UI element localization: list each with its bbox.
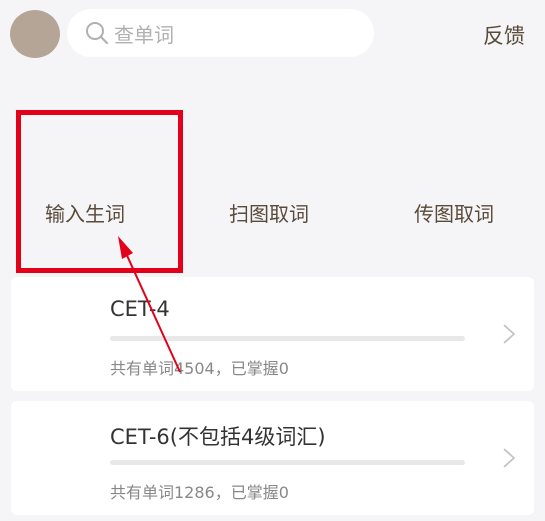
wordbook-stats: 共有单词1286，已掌握0 [110, 483, 289, 502]
avatar[interactable] [10, 10, 60, 58]
wordbook-card-cet4[interactable]: CET-4 共有单词4504，已掌握0 [11, 277, 534, 391]
scan-image-button[interactable]: 扫图取词 [229, 198, 309, 227]
wordbook-progress-bar [110, 336, 465, 341]
search-input[interactable]: 查单词 [67, 9, 374, 57]
wordbook-title: CET-6(不包括4级词汇) [110, 425, 326, 449]
wordbook-stats: 共有单词4504，已掌握0 [110, 359, 289, 378]
chevron-right-icon [503, 448, 516, 468]
wordbook-title: CET-4 [110, 297, 170, 321]
search-icon [86, 22, 109, 45]
chevron-right-icon [503, 324, 516, 344]
wordbook-card-cet6[interactable]: CET-6(不包括4级词汇) 共有单词1286，已掌握0 [11, 401, 534, 515]
upload-image-button[interactable]: 传图取词 [414, 198, 494, 227]
annotation-highlight-box [16, 110, 183, 273]
feedback-button[interactable]: 反馈 [483, 20, 525, 50]
search-placeholder: 查单词 [114, 22, 174, 47]
wordbook-progress-bar [110, 460, 465, 465]
